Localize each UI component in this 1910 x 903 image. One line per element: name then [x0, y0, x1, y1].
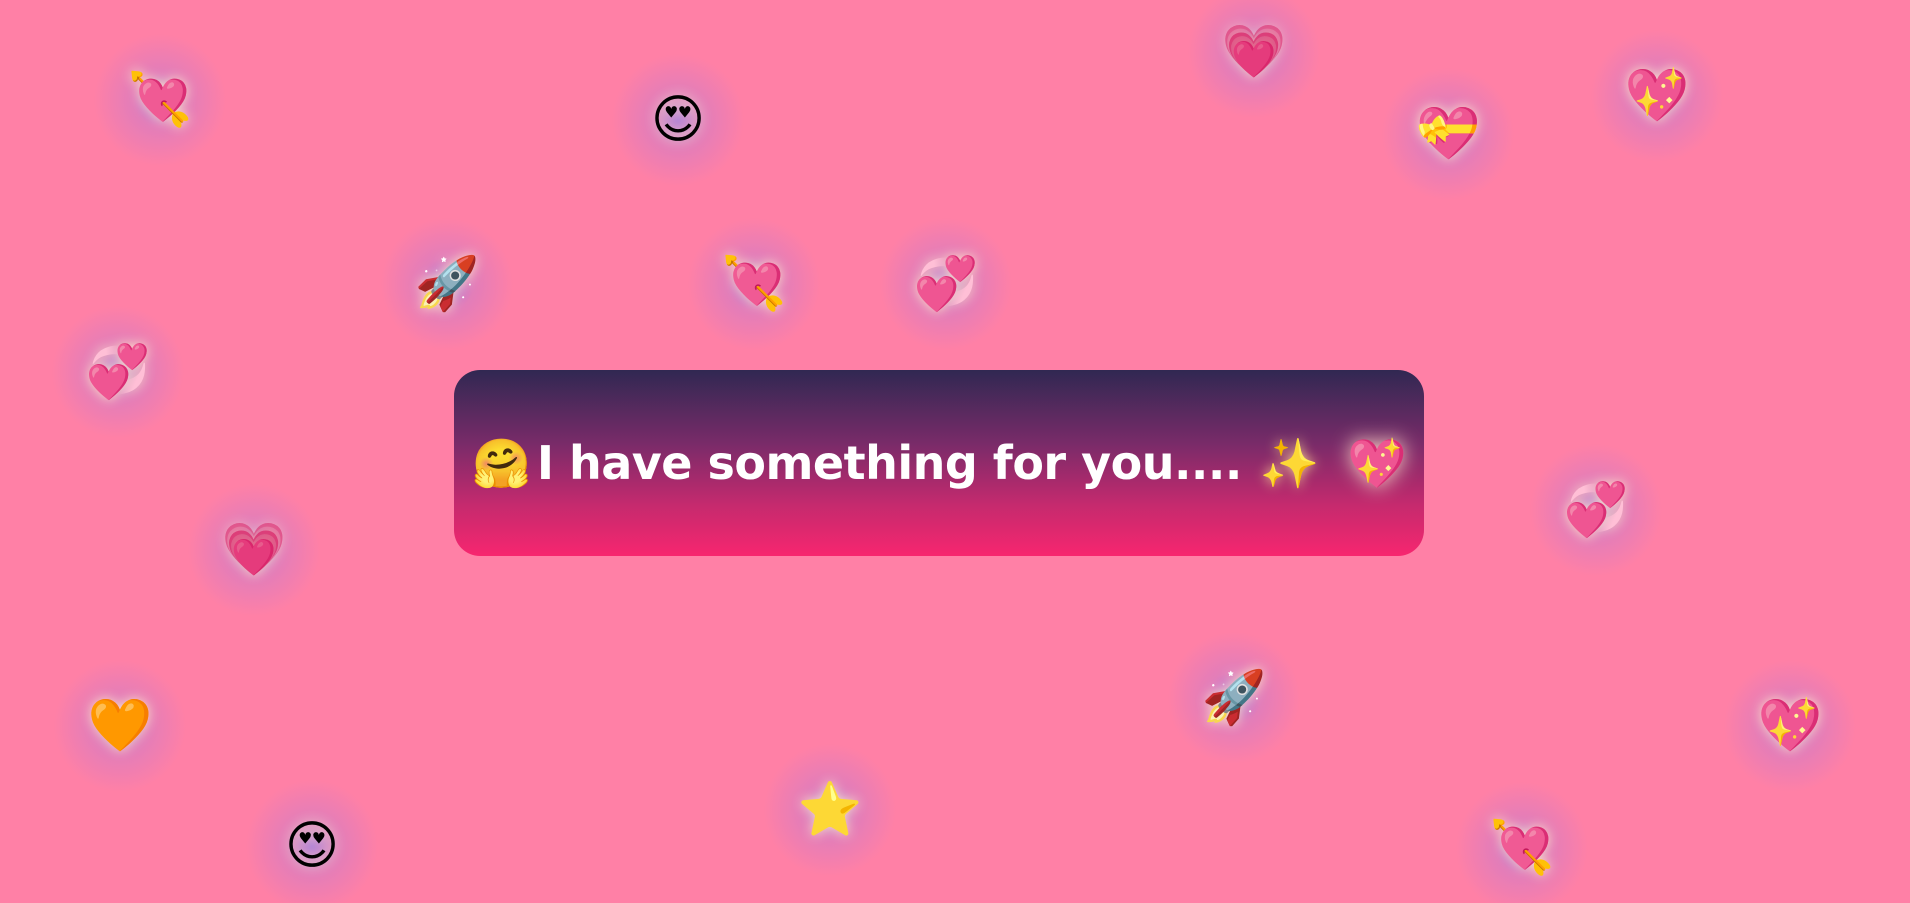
floater-rocket: 🚀 [362, 199, 532, 369]
message-card[interactable]: 🤗 I have something for you.... ✨ 💖 [454, 370, 1424, 556]
floater-star: ⭐ [745, 725, 915, 895]
sparkling-heart-icon: 💖 [1757, 696, 1823, 756]
growing-heart-icon: 💗 [221, 520, 287, 580]
heart-with-arrow-icon: 💘 [721, 254, 787, 314]
floater-heart-eyes-face: 😍 [593, 35, 763, 205]
orange-heart-icon: 🧡 [87, 696, 153, 756]
rocket-icon: 🚀 [414, 254, 480, 314]
floater-heart-with-arrow: 💘 [1437, 763, 1607, 903]
star-icon: ⭐ [797, 780, 863, 840]
floater-growing-heart: 💗 [169, 465, 339, 635]
sparkles-icon: ✨ [1259, 435, 1320, 492]
floater-heart-with-arrow: 💘 [669, 199, 839, 369]
sparkling-heart-icon: 💖 [1347, 435, 1407, 492]
heart-eyes-face-icon: 😍 [650, 90, 706, 150]
floater-heart-eyes-face: 😍 [227, 761, 397, 903]
floater-revolving-hearts: 💞 [33, 287, 203, 457]
floater-sparkling-heart: 💖 [1572, 11, 1742, 181]
rocket-icon: 🚀 [1201, 668, 1267, 728]
revolving-hearts-icon: 💞 [85, 342, 151, 402]
hugging-face-icon: 🤗 [471, 435, 532, 492]
message-line: 🤗 I have something for you.... ✨ 💖 [472, 435, 1407, 492]
heart-eyes-face-icon: 😍 [284, 816, 340, 876]
revolving-hearts-icon: 💞 [913, 254, 979, 314]
heart-with-arrow-icon: 💘 [127, 70, 193, 130]
floater-heart-with-ribbon: 💝 [1363, 49, 1533, 219]
floater-heart-with-arrow: 💘 [75, 15, 245, 185]
sparkling-heart-icon: 💖 [1624, 66, 1690, 126]
growing-heart-icon: 💗 [1221, 22, 1287, 82]
floater-rocket: 🚀 [1149, 613, 1319, 783]
heart-with-arrow-icon: 💘 [1489, 818, 1555, 878]
floater-orange-heart: 🧡 [35, 641, 205, 811]
floater-revolving-hearts: 💞 [861, 199, 1031, 369]
message-text: I have something for you.... [536, 436, 1242, 490]
revolving-hearts-icon: 💞 [1563, 480, 1629, 540]
heart-with-ribbon-icon: 💝 [1415, 104, 1481, 164]
floater-growing-heart: 💗 [1169, 0, 1339, 137]
floater-revolving-hearts: 💞 [1511, 425, 1681, 595]
floater-sparkling-heart: 💖 [1705, 641, 1875, 811]
